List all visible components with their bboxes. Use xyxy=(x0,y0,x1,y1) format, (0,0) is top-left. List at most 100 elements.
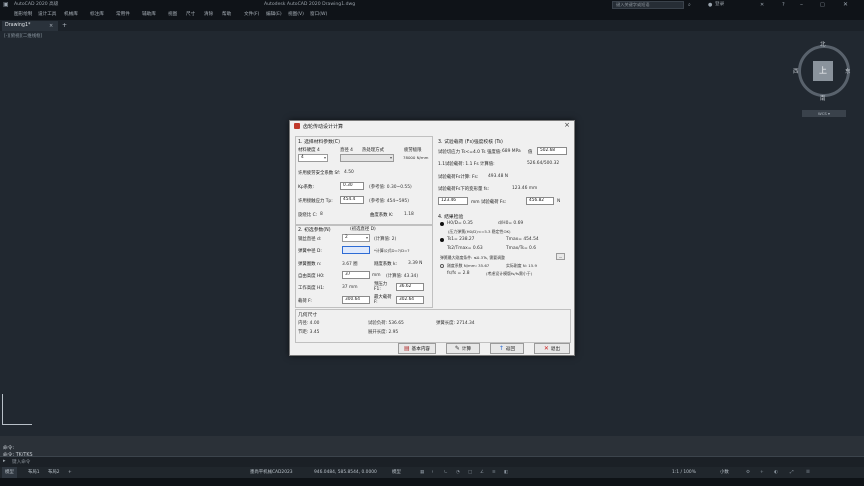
sigma-input-value: 454.4 xyxy=(343,197,356,202)
deform-input[interactable]: 123.46 xyxy=(438,197,468,205)
menu-item[interactable]: 文件(F) xyxy=(244,10,259,20)
more-button[interactable]: ... xyxy=(556,253,565,260)
maximize-icon[interactable]: □ xyxy=(820,0,825,10)
max-load-input[interactable]: 302.64 xyxy=(396,296,424,304)
result-bullet-icon xyxy=(440,238,444,242)
material-select[interactable]: 4 ▾ xyxy=(298,154,328,162)
snap-icon[interactable]: ⁞ xyxy=(432,467,433,478)
lineweight-icon[interactable]: ≡ xyxy=(492,467,496,478)
basic-content-button[interactable]: ▤ 基本内容 xyxy=(398,343,436,354)
annotation-scale[interactable]: 1:1 / 100% xyxy=(672,467,696,478)
dialog-close-button[interactable]: × xyxy=(564,121,570,129)
kp-input[interactable]: 0.30 xyxy=(340,182,364,190)
compass-south[interactable]: 南 xyxy=(820,94,826,102)
sigma-input[interactable]: 454.4 xyxy=(340,196,364,204)
otrack-icon[interactable]: ∠ xyxy=(480,467,484,478)
tab-layout1[interactable]: 布局1 xyxy=(28,467,40,478)
tab-model[interactable]: 模型 xyxy=(2,467,17,478)
length-label: 自由高度 H0: xyxy=(298,274,325,279)
compass-east[interactable]: 东 xyxy=(845,67,851,75)
plus-icon[interactable]: + xyxy=(760,467,764,478)
menu-item[interactable]: 视图 xyxy=(168,10,177,20)
units-label[interactable]: 小数 xyxy=(720,467,729,478)
app-menu-label[interactable]: AutoCAD 2020 高级 xyxy=(14,0,58,10)
customize-menu-icon[interactable]: ☰ xyxy=(806,467,810,478)
stiffness-note: 弹簧最大刚度条件: ≤0.3Ts, 需要调整 xyxy=(440,255,505,260)
free-length-input[interactable]: 37 xyxy=(342,271,370,279)
viewport-controls[interactable]: [-][俯视][二维线框] xyxy=(4,33,42,39)
compass-west[interactable]: 西 xyxy=(793,67,799,75)
coil-value: 3.67 圈 xyxy=(342,262,358,267)
mean-diameter-input[interactable] xyxy=(342,246,370,254)
command-input-bar[interactable]: ▸ 键入命令 xyxy=(0,456,864,467)
compass-north[interactable]: 北 xyxy=(820,40,826,48)
ucs-y-axis-icon xyxy=(2,394,3,424)
menu-item[interactable]: 清除 xyxy=(204,10,213,20)
load-input[interactable]: 300.64 xyxy=(342,296,370,304)
osnap-icon[interactable]: □ xyxy=(468,467,472,478)
section4-heading: 4. 结果检验 xyxy=(438,215,464,220)
help-icon[interactable]: ? xyxy=(782,0,785,10)
search-icon[interactable]: ⌕ xyxy=(688,0,691,10)
new-tab-button[interactable]: + xyxy=(62,21,70,31)
test-stress-input[interactable]: 502.68 xyxy=(537,147,567,155)
result-ratio-e: fs/fs = 2.8 xyxy=(447,271,470,276)
material-label: 材料硬度 4 xyxy=(298,148,320,153)
limit-text: 1.1试验载荷: 1.1 Fs 计算值: xyxy=(438,162,495,167)
chevron-down-icon: ▾ xyxy=(389,155,392,160)
preload-input[interactable]: 36.62 xyxy=(396,283,424,291)
menu-item[interactable]: 机械库 xyxy=(64,10,78,20)
wire-select[interactable]: 2 ▾ xyxy=(342,234,370,242)
transparency-icon[interactable]: ◧ xyxy=(504,467,508,478)
result-radio[interactable] xyxy=(440,264,444,268)
ortho-icon[interactable]: ∟ xyxy=(444,467,448,478)
menu-item[interactable]: 常用件 xyxy=(116,10,130,20)
polar-icon[interactable]: ◔ xyxy=(456,467,460,478)
tab-layout2[interactable]: 布局2 xyxy=(48,467,60,478)
search-input[interactable]: 键入关键字或短语 xyxy=(616,1,650,9)
minimize-icon[interactable]: – xyxy=(800,0,803,10)
menu-item[interactable]: 帮助 xyxy=(222,10,231,20)
book-icon: ▤ xyxy=(403,345,410,352)
menu-item[interactable]: 视图(V) xyxy=(288,10,304,20)
menu-item[interactable]: 编辑(E) xyxy=(266,10,282,20)
back-button[interactable]: ↑ 返回 xyxy=(490,343,524,354)
wire-select-value: 2 xyxy=(345,235,348,240)
gear-icon[interactable]: ⚙ xyxy=(746,467,750,478)
sigma-label: 许用接触应力 Tp: xyxy=(298,199,333,204)
result-ratio-b: d/H0= 0.69 xyxy=(498,221,524,226)
user-icon[interactable]: ● xyxy=(708,0,712,10)
fullscreen-icon[interactable]: ⤢ xyxy=(790,467,794,478)
c-label: 旋绕比 C: xyxy=(298,213,318,218)
sigma-hint: (参考值: 454~595) xyxy=(369,199,409,204)
k-value: 1.18 xyxy=(404,212,414,217)
exit-button[interactable]: ✕ 退出 xyxy=(534,343,570,354)
menu-item[interactable]: 窗口(W) xyxy=(310,10,327,20)
pencil-icon: ✎ xyxy=(454,345,460,352)
wcs-menu[interactable]: WCS ▾ xyxy=(802,110,846,117)
menu-item[interactable]: 标注库 xyxy=(90,10,104,20)
menu-item[interactable]: 尺寸 xyxy=(186,10,195,20)
menu-item[interactable]: 图形绘制 xyxy=(14,10,32,20)
result-stiffness-b: 实际刚度 N: 15.9 xyxy=(506,263,537,268)
close-tab-icon[interactable]: × xyxy=(49,21,57,31)
search-box[interactable]: 键入关键字或短语 xyxy=(612,1,684,9)
spring-k-label: 刚度系数 k: xyxy=(374,262,397,267)
command-input[interactable]: 键入命令 xyxy=(12,459,30,465)
menu-item[interactable]: 设计工具 xyxy=(38,10,56,20)
close-window-icon[interactable]: ✕ xyxy=(843,0,848,10)
login-link[interactable]: 登录 xyxy=(715,0,724,10)
calculate-button[interactable]: ✎ 计算 xyxy=(446,343,480,354)
viewcube-top-face[interactable]: 上 xyxy=(813,61,833,81)
process-select[interactable]: ▾ xyxy=(340,154,394,162)
menu-item[interactable]: 辅助库 xyxy=(142,10,156,20)
status-bar: 模型 布局1 布局2 + 墨尚平机械CAD2023 946.0484, 585.… xyxy=(0,467,864,478)
test-load-input[interactable]: 456.82 xyxy=(526,197,554,205)
model-space-button[interactable]: 模型 xyxy=(392,467,401,478)
app-logo-icon[interactable]: ▣ xyxy=(3,0,9,10)
grid-icon[interactable]: ▦ xyxy=(420,467,424,478)
exchange-icon[interactable]: ✕ xyxy=(760,0,764,10)
dialog-app-icon xyxy=(294,123,300,129)
add-layout-button[interactable]: + xyxy=(68,467,72,478)
isolate-icon[interactable]: ◐ xyxy=(774,467,778,478)
